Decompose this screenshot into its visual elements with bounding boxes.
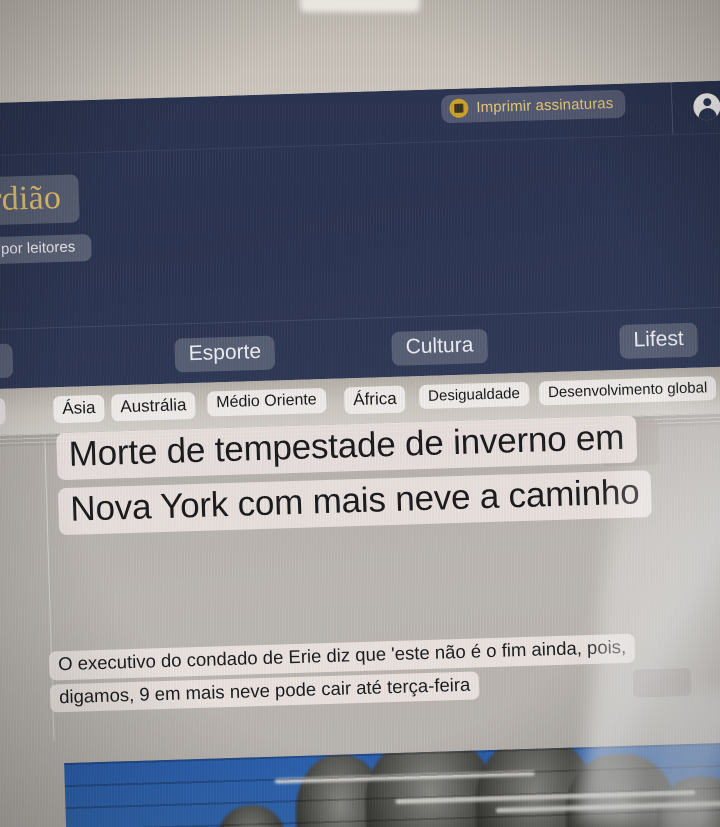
article-headline: Morte de tempestade de inverno em Nova Y…: [56, 411, 720, 542]
subnav-item-americas[interactable]: ricas: [0, 397, 6, 427]
site-header: Imprimir assinaturas e Guardião financia…: [0, 79, 720, 391]
article-hero-image: [64, 741, 720, 827]
nav-item-lifestyle[interactable]: Lifest: [619, 322, 699, 359]
masthead-text: e Guardião: [0, 178, 62, 221]
subnav-item-desigualdade[interactable]: Desigualdade: [418, 381, 530, 410]
site-masthead[interactable]: e Guardião: [0, 174, 80, 229]
site-tagline: financiado por leitores: [0, 234, 92, 267]
account-avatar-icon[interactable]: [693, 92, 720, 121]
print-subscriptions-button[interactable]: Imprimir assinaturas: [440, 89, 626, 124]
nav-item-esporte[interactable]: Esporte: [174, 335, 276, 373]
subnav-item-australia[interactable]: Austrália: [110, 391, 196, 422]
subnav-item-medio-oriente[interactable]: Médio Oriente: [206, 387, 327, 417]
tagline-text: financiado por leitores: [0, 238, 76, 260]
photo-of-monitor: Imprimir assinaturas e Guardião financia…: [0, 0, 720, 827]
monitor-screen: Imprimir assinaturas e Guardião financia…: [0, 79, 720, 827]
print-subscriptions-label: Imprimir assinaturas: [476, 95, 614, 117]
nav-item-opiniao[interactable]: pinhão: [0, 343, 14, 381]
standfirst-line-1: O executivo do condado de Erie diz que '…: [48, 633, 636, 681]
nav-item-cultura[interactable]: Cultura: [391, 329, 488, 366]
subnav-item-africa[interactable]: África: [343, 385, 407, 415]
subnav-item-desenvolvimento-global[interactable]: Desenvolvimento global: [538, 376, 717, 406]
subnav-item-asia[interactable]: Ásia: [52, 394, 105, 424]
avatar-head: [702, 98, 711, 107]
article-body: Morte de tempestade de inverno em Nova Y…: [0, 411, 720, 827]
hero-scanlines: [64, 741, 720, 827]
headline-line-2: Nova York com mais neve a caminho: [57, 469, 653, 535]
guardian-roundel-icon: [449, 98, 469, 119]
wall-light-reflection: [300, 0, 420, 12]
avatar-body: [697, 107, 717, 121]
standfirst-selection-shadow: [632, 667, 692, 698]
article-standfirst: O executivo do condado de Erie diz que '…: [48, 629, 720, 717]
